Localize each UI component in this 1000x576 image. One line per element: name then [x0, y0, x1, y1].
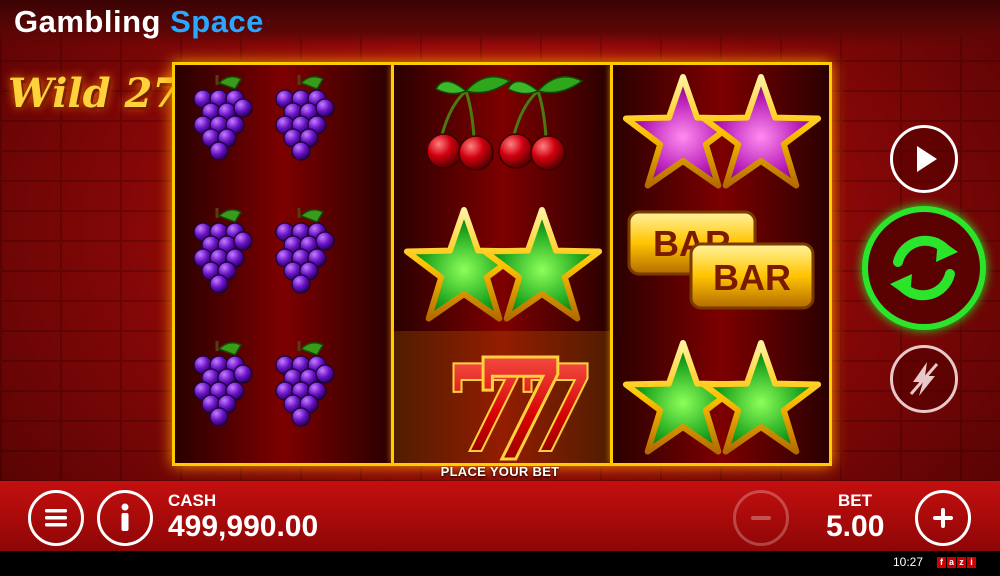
provider-letter: i	[967, 557, 976, 568]
symbol-green-star	[394, 198, 610, 330]
provider-letter: z	[957, 557, 966, 568]
spin-button[interactable]	[862, 206, 986, 330]
cash-label: CASH	[168, 491, 217, 510]
play-icon	[917, 146, 937, 172]
provider-letter: a	[947, 557, 956, 568]
symbol-grapes	[175, 331, 391, 463]
turbo-button[interactable]	[890, 345, 958, 413]
symbol-grapes	[175, 65, 391, 197]
game-logo: Wild 27	[8, 70, 181, 117]
symbol-seven: 777	[394, 328, 610, 495]
provider-logo: f a z i	[937, 557, 976, 569]
minus-icon	[751, 516, 771, 520]
info-icon	[121, 503, 129, 531]
brand-text-part2: Space	[170, 4, 264, 39]
reel-3: BAR BAR	[613, 65, 829, 463]
reel-2: 777	[394, 65, 610, 495]
reel-frame: 777 BAR BAR	[172, 62, 832, 495]
reel-1	[175, 65, 391, 463]
lightning-icon	[909, 362, 939, 396]
increase-bet-button[interactable]	[915, 490, 971, 546]
cash-value: 499,990.00	[168, 510, 319, 543]
clock: 10:27	[893, 555, 924, 569]
symbol-purple-star	[613, 65, 829, 197]
bet-value: 5.00	[826, 510, 885, 543]
symbol-bar: BAR BAR	[613, 198, 829, 330]
game-stage: Gambling Space Wild 27 777 BAR BAR PLACE …	[0, 0, 1000, 576]
info-button[interactable]	[97, 490, 153, 546]
site-brand-logo: Gambling Space	[14, 4, 264, 40]
symbol-cherries	[394, 65, 610, 197]
decrease-bet-button[interactable]	[733, 490, 789, 546]
spin-arrows-icon	[890, 235, 958, 301]
svg-text:BAR: BAR	[713, 257, 791, 298]
autoplay-button[interactable]	[890, 125, 958, 193]
hamburger-icon	[45, 509, 67, 527]
svg-text:7: 7	[472, 331, 569, 463]
menu-button[interactable]	[28, 490, 84, 546]
footer-bar	[0, 551, 1000, 576]
status-message: PLACE YOUR BET	[440, 464, 560, 479]
symbol-green-star	[613, 331, 829, 463]
bet-label: BET	[838, 491, 872, 510]
brand-text-part1: Gambling	[14, 4, 161, 39]
symbol-grapes	[175, 198, 391, 330]
plus-icon	[933, 508, 953, 528]
provider-letter: f	[937, 557, 946, 568]
